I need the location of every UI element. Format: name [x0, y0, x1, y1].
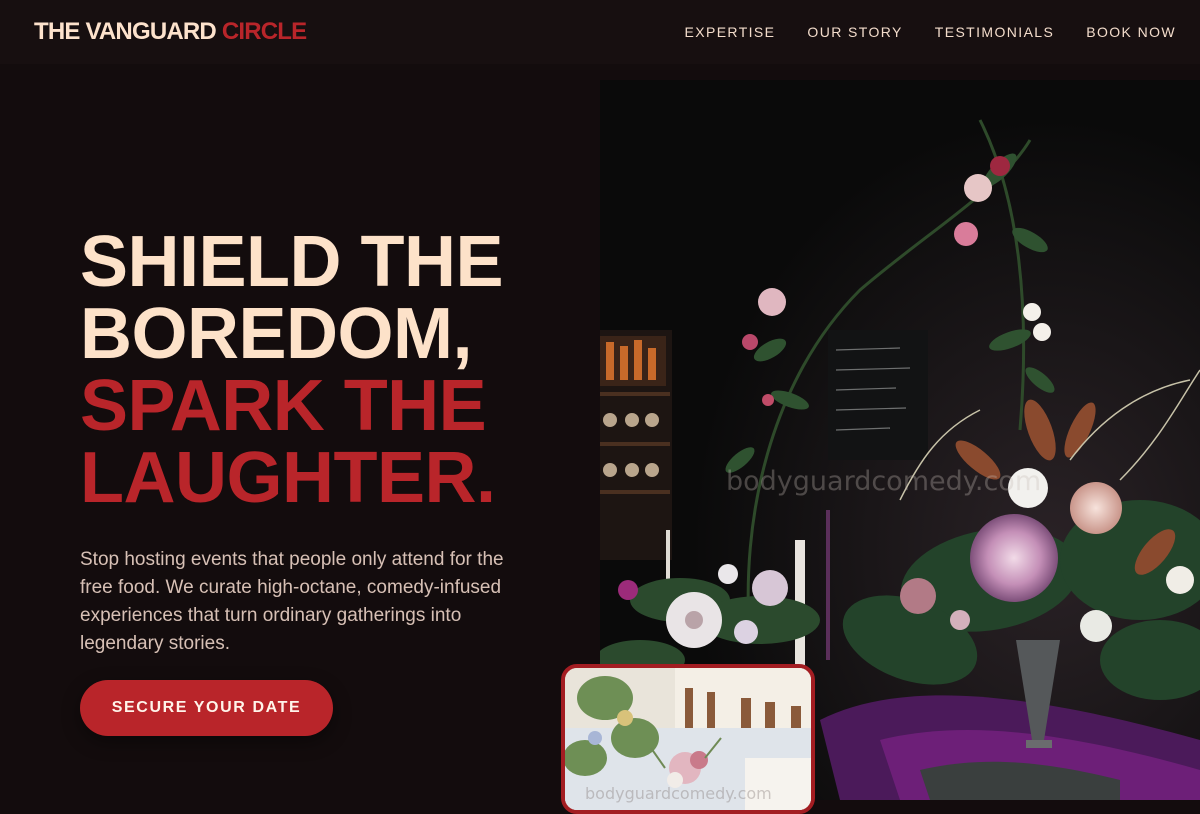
- hero-description: Stop hosting events that people only att…: [80, 549, 504, 654]
- brand-name-accent: CIRCLE: [221, 18, 307, 45]
- headline-line-4: LAUGHTER.: [80, 438, 496, 518]
- nav-link-book-now[interactable]: BOOK NOW: [1086, 24, 1176, 40]
- headline-line-3: SPARK THE: [80, 366, 487, 446]
- image-watermark: bodyguardcomedy.com: [726, 466, 1042, 497]
- inset-image-watermark: bodyguardcomedy.com: [585, 784, 772, 803]
- nav-link-our-story[interactable]: OUR STORY: [807, 24, 902, 40]
- hero-text: SHIELD THE BOREDOM, SPARK THE LAUGHTER. …: [80, 226, 550, 658]
- top-navigation: THE VANGUARD CIRCLE EXPERTISE OUR STORY …: [0, 0, 1200, 64]
- brand-logo[interactable]: THE VANGUARD CIRCLE: [34, 18, 307, 46]
- secure-your-date-button[interactable]: SECURE YOUR DATE: [80, 680, 333, 736]
- nav-links: EXPERTISE OUR STORY TESTIMONIALS BOOK NO…: [684, 24, 1176, 40]
- nav-link-testimonials[interactable]: TESTIMONIALS: [935, 24, 1054, 40]
- nav-link-expertise[interactable]: EXPERTISE: [684, 24, 775, 40]
- brand-name: THE VANGUARD: [34, 18, 222, 45]
- hero-headline: SHIELD THE BOREDOM, SPARK THE LAUGHTER.: [80, 226, 550, 514]
- headline-line-2: BOREDOM,: [80, 294, 473, 374]
- inset-image-card: bodyguardcomedy.com: [561, 664, 815, 814]
- headline-line-1: SHIELD THE: [80, 222, 504, 302]
